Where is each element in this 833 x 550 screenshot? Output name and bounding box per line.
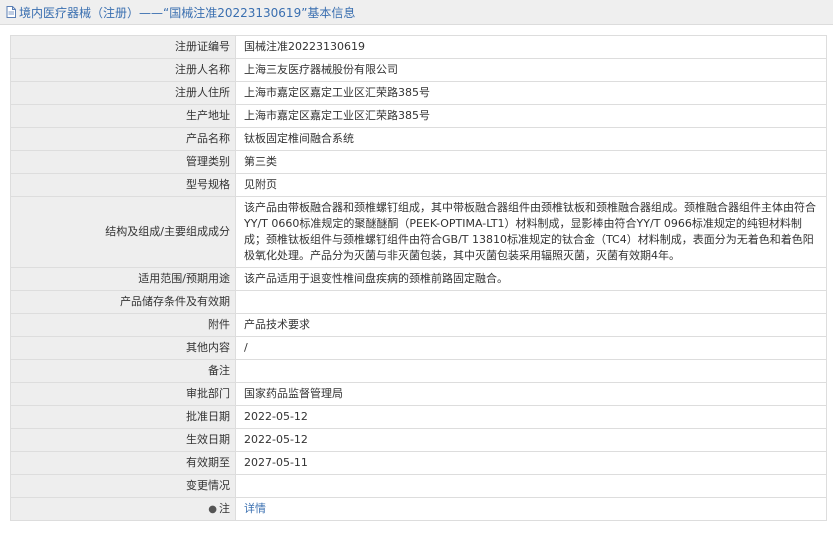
document-icon [6,6,16,18]
row-label: 注册证编号 [10,35,236,59]
table-row: 适用范围/预期用途 该产品适用于退变性椎间盘疾病的颈椎前路固定融合。 [10,267,827,291]
row-label: 其他内容 [10,336,236,360]
row-label: 型号规格 [10,173,236,197]
note-value-cell: 详情 [235,497,827,521]
row-label: 生产地址 [10,104,236,128]
row-label: 生效日期 [10,428,236,452]
row-label: 注册人住所 [10,81,236,105]
table-row: 产品名称 钛板固定椎间融合系统 [10,127,827,151]
table-row: 生产地址 上海市嘉定区嘉定工业区汇荣路385号 [10,104,827,128]
title-bar: 境内医疗器械（注册）——“国械注准20223130619”基本信息 [0,0,833,25]
table-row: 审批部门 国家药品监督管理局 [10,382,827,406]
row-label: 注册人名称 [10,58,236,82]
row-value: 该产品由带板融合器和颈椎螺钉组成，其中带板融合器组件由颈椎钛板和颈椎融合器组成。… [235,196,827,268]
table-row: 附件 产品技术要求 [10,313,827,337]
table-row: 变更情况 [10,474,827,498]
row-value: 2022-05-12 [235,405,827,429]
row-value: 钛板固定椎间融合系统 [235,127,827,151]
row-label: 结构及组成/主要组成成分 [10,196,236,268]
pin-icon: ● [208,503,217,515]
table-row: 注册人名称 上海三友医疗器械股份有限公司 [10,58,827,82]
table-row: ● 注 详情 [10,497,827,521]
info-table: 注册证编号 国械注准20223130619 注册人名称 上海三友医疗器械股份有限… [10,35,827,521]
row-value: 上海市嘉定区嘉定工业区汇荣路385号 [235,104,827,128]
row-value: 2022-05-12 [235,428,827,452]
table-row: 型号规格 见附页 [10,173,827,197]
page-title: 境内医疗器械（注册）——“国械注准20223130619”基本信息 [19,5,356,20]
row-label: 变更情况 [10,474,236,498]
note-label: 注 [219,501,230,515]
table-row: 注册人住所 上海市嘉定区嘉定工业区汇荣路385号 [10,81,827,105]
table-row: 备注 [10,359,827,383]
table-row: 结构及组成/主要组成成分 该产品由带板融合器和颈椎螺钉组成，其中带板融合器组件由… [10,196,827,268]
table-row: 其他内容 / [10,336,827,360]
row-value: 第三类 [235,150,827,174]
row-value: / [235,336,827,360]
row-label: 管理类别 [10,150,236,174]
table-row: 管理类别 第三类 [10,150,827,174]
details-link[interactable]: 详情 [244,502,266,515]
table-row: 生效日期 2022-05-12 [10,428,827,452]
row-label: 批准日期 [10,405,236,429]
row-label: 产品储存条件及有效期 [10,290,236,314]
row-label: 审批部门 [10,382,236,406]
row-value: 该产品适用于退变性椎间盘疾病的颈椎前路固定融合。 [235,267,827,291]
row-value: 产品技术要求 [235,313,827,337]
table-row: 注册证编号 国械注准20223130619 [10,35,827,59]
table-row: 产品储存条件及有效期 [10,290,827,314]
row-value: 国械注准20223130619 [235,35,827,59]
row-label: 备注 [10,359,236,383]
row-label: 有效期至 [10,451,236,475]
row-value: 上海三友医疗器械股份有限公司 [235,58,827,82]
table-row: 批准日期 2022-05-12 [10,405,827,429]
row-value [235,474,827,498]
row-value: 2027-05-11 [235,451,827,475]
row-value: 国家药品监督管理局 [235,382,827,406]
row-value: 见附页 [235,173,827,197]
row-value: 上海市嘉定区嘉定工业区汇荣路385号 [235,81,827,105]
row-value [235,290,827,314]
row-label: 附件 [10,313,236,337]
table-row: 有效期至 2027-05-11 [10,451,827,475]
row-label: 适用范围/预期用途 [10,267,236,291]
row-label: 产品名称 [10,127,236,151]
row-value [235,359,827,383]
note-label-cell: ● 注 [10,497,236,521]
